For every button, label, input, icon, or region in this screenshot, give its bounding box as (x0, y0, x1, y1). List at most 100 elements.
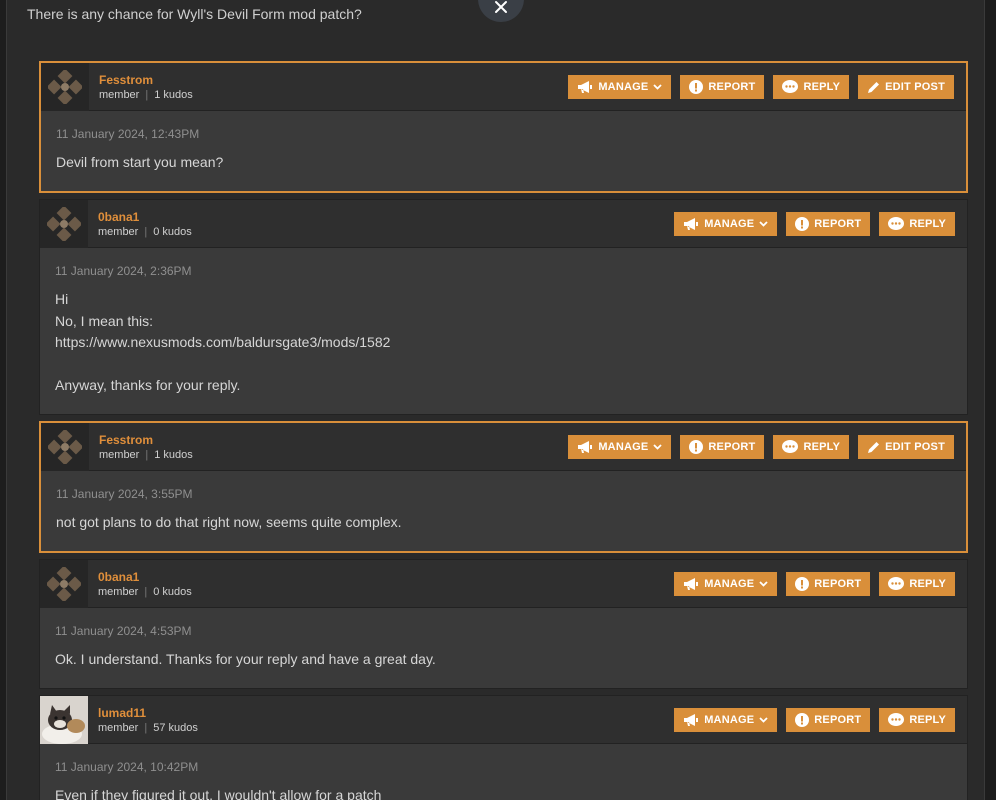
manage-label: MANAGE (598, 441, 649, 453)
report-label: REPORT (708, 81, 756, 93)
reply-button[interactable]: REPLY (773, 75, 850, 99)
report-label: REPORT (814, 714, 862, 726)
report-button[interactable]: REPORT (680, 75, 765, 99)
edit-post-label: EDIT POST (885, 81, 945, 93)
report-button[interactable]: REPORT (680, 435, 765, 459)
reply-label: REPLY (803, 441, 841, 453)
post-text-line: Anyway, thanks for your reply. (55, 377, 241, 393)
post-username[interactable]: lumad11 (98, 705, 198, 721)
topic-intro-text: There is any chance for Wyll's Devil For… (27, 6, 362, 22)
post: 0bana1 member | 0 kudos MANAGE REPORT REPL… (39, 559, 968, 689)
report-label: REPORT (814, 578, 862, 590)
reply-button[interactable]: REPLY (773, 435, 850, 459)
user-kudos: 1 kudos (154, 88, 193, 101)
post-header: Fesstrom member | 1 kudos MANAGE REPORT RE… (41, 422, 966, 471)
speech-bubble-icon (888, 713, 905, 726)
speech-bubble-icon (888, 577, 905, 590)
pencil-icon (868, 81, 880, 93)
post-header: 0bana1 member | 0 kudos MANAGE REPORT REPL… (40, 559, 967, 608)
post-body: 11 January 2024, 10:42PM Even if they fi… (40, 744, 967, 800)
reply-button[interactable]: REPLY (879, 572, 955, 596)
user-role: member (99, 448, 140, 461)
user-kudos: 0 kudos (153, 585, 192, 598)
manage-button[interactable]: MANAGE (674, 572, 778, 596)
post: 0bana1 member | 0 kudos MANAGE REPORT REPL… (39, 199, 968, 415)
post-username[interactable]: 0bana1 (98, 209, 192, 225)
avatar[interactable] (40, 695, 88, 744)
report-button[interactable]: REPORT (786, 572, 871, 596)
alert-icon (795, 713, 810, 727)
avatar[interactable] (41, 422, 89, 471)
user-role: member (98, 585, 139, 598)
report-button[interactable]: REPORT (786, 212, 871, 236)
manage-button[interactable]: MANAGE (674, 212, 778, 236)
post-link[interactable]: https://www.nexusmods.com/baldursgate3/m… (55, 332, 952, 354)
post-date: 11 January 2024, 4:53PM (55, 624, 192, 638)
post-date: 11 January 2024, 12:43PM (56, 127, 200, 141)
post-username[interactable]: Fesstrom (99, 432, 193, 448)
post-text-line: Ok. I understand. Thanks for your reply … (55, 651, 436, 667)
manage-label: MANAGE (704, 218, 755, 230)
avatar[interactable] (40, 199, 88, 248)
user-role: member (98, 225, 139, 238)
megaphone-icon (578, 441, 593, 453)
edit-post-label: EDIT POST (885, 441, 945, 453)
default-avatar-icon (47, 566, 81, 601)
alert-icon (689, 440, 704, 454)
chevron-down-icon (759, 717, 768, 723)
default-avatar-icon (48, 69, 82, 104)
default-avatar-icon (47, 206, 81, 241)
post-date: 11 January 2024, 2:36PM (55, 264, 192, 278)
chevron-down-icon (759, 221, 768, 227)
post-text-line: Even if they figured it out, I wouldn't … (55, 787, 382, 800)
report-label: REPORT (708, 441, 756, 453)
edit-post-button[interactable]: EDIT POST (858, 435, 954, 459)
user-role: member (99, 88, 140, 101)
reply-button[interactable]: REPLY (879, 708, 955, 732)
avatar[interactable] (41, 62, 89, 111)
post-username[interactable]: Fesstrom (99, 72, 193, 88)
manage-button[interactable]: MANAGE (568, 75, 672, 99)
alert-icon (795, 217, 810, 231)
post-body: 11 January 2024, 4:53PM Ok. I understand… (40, 608, 967, 685)
alert-icon (689, 80, 704, 94)
megaphone-icon (684, 714, 699, 726)
report-label: REPORT (814, 218, 862, 230)
manage-label: MANAGE (598, 81, 649, 93)
reply-label: REPLY (909, 578, 946, 590)
post-text-line: Hi (55, 291, 69, 307)
report-button[interactable]: REPORT (786, 708, 871, 732)
post-text-line: not got plans to do that right now, seem… (56, 514, 402, 530)
user-kudos: 1 kudos (154, 448, 193, 461)
post-body: 11 January 2024, 2:36PM Hi No, I mean th… (40, 248, 967, 411)
post-header: lumad11 member | 57 kudos MANAGE REPORT RE… (40, 695, 967, 744)
chevron-down-icon (653, 444, 663, 450)
manage-label: MANAGE (704, 714, 755, 726)
post-text-line: Devil from start you mean? (56, 154, 224, 170)
manage-button[interactable]: MANAGE (568, 435, 672, 459)
post-date: 11 January 2024, 10:42PM (55, 760, 199, 774)
speech-bubble-icon (782, 440, 799, 453)
megaphone-icon (684, 218, 699, 230)
reply-label: REPLY (909, 218, 946, 230)
reply-label: REPLY (909, 714, 946, 726)
post-date: 11 January 2024, 3:55PM (56, 487, 193, 501)
post: Fesstrom member | 1 kudos MANAGE REPORT RE… (39, 421, 968, 553)
avatar[interactable] (40, 559, 88, 608)
chevron-down-icon (759, 581, 768, 587)
megaphone-icon (684, 578, 699, 590)
post-header: 0bana1 member | 0 kudos MANAGE REPORT REPL… (40, 199, 967, 248)
alert-icon (795, 577, 810, 591)
post-body: 11 January 2024, 12:43PM Devil from star… (41, 111, 966, 188)
close-icon (495, 1, 507, 13)
speech-bubble-icon (888, 217, 905, 230)
manage-label: MANAGE (704, 578, 755, 590)
post-body: 11 January 2024, 3:55PM not got plans to… (41, 471, 966, 548)
edit-post-button[interactable]: EDIT POST (858, 75, 954, 99)
manage-button[interactable]: MANAGE (674, 708, 778, 732)
user-kudos: 57 kudos (153, 721, 198, 734)
reply-button[interactable]: REPLY (879, 212, 955, 236)
post-text-line (55, 354, 952, 376)
post-username[interactable]: 0bana1 (98, 569, 192, 585)
default-avatar-icon (48, 429, 82, 464)
